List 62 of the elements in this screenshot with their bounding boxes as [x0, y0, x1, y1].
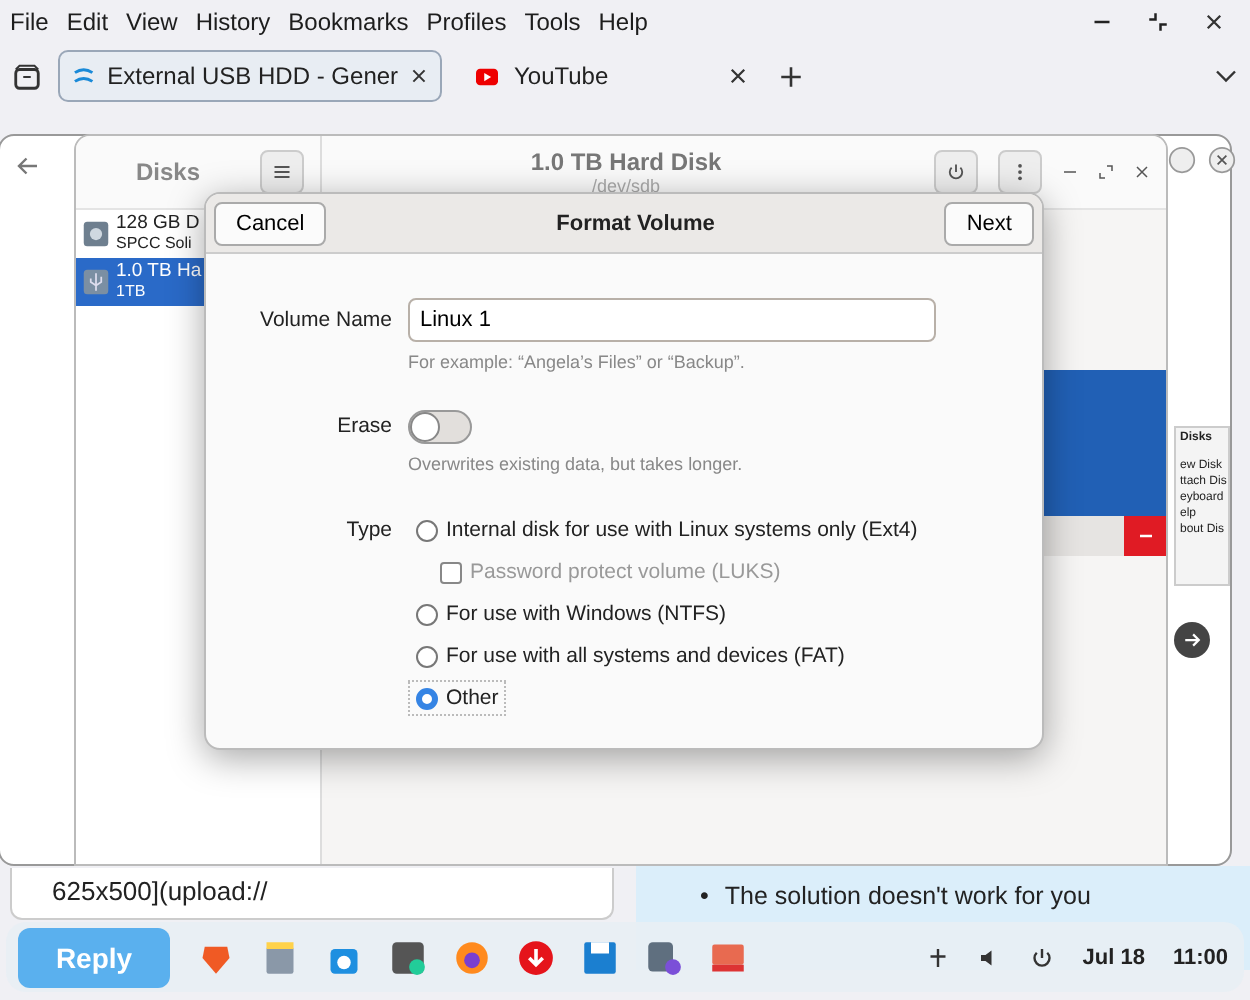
date-text: Jul 18: [1082, 945, 1145, 969]
hint-text: Overwrites existing data, but takes longer.: [408, 454, 745, 474]
back-arrow-icon[interactable]: [16, 154, 40, 178]
field-label: Type: [344, 516, 392, 546]
sidebar-title: Disks: [136, 158, 201, 186]
menu-item[interactable]: Tools: [524, 8, 581, 36]
time-text: 11:00: [1172, 945, 1228, 969]
maximize-icon[interactable]: [1098, 164, 1114, 180]
menu-item[interactable]: View: [126, 8, 178, 36]
menu-icon: [272, 162, 292, 182]
erase-switch[interactable]: [408, 410, 472, 444]
power-icon: [1030, 945, 1055, 969]
composer-text: 625x500](upload://: [52, 876, 268, 906]
tab-overview-icon[interactable]: [12, 61, 42, 91]
restore-icon[interactable]: [1148, 12, 1168, 32]
browser-tab[interactable]: YouTube: [458, 50, 762, 102]
radio-option[interactable]: For use with all systems and devices (FAT): [408, 638, 853, 674]
drive-detail: SPCC Soli: [116, 235, 194, 254]
menu-item[interactable]: Edit: [66, 8, 109, 36]
drive-name: 1.0 TB Ha: [116, 262, 202, 284]
browser-tab[interactable]: External USB HDD - Gener: [58, 50, 442, 102]
radio-option[interactable]: For use with Windows (NTFS): [408, 596, 735, 632]
bullet-marker: •: [700, 880, 709, 914]
drive-detail: 1TB: [116, 283, 148, 302]
menu-button[interactable]: [260, 150, 304, 194]
disk-gear-icon[interactable]: [646, 939, 682, 975]
tab-title: YouTube: [514, 62, 611, 90]
site-logo-icon: [72, 63, 96, 89]
close-icon[interactable]: [1208, 146, 1236, 174]
file-cabinet-icon[interactable]: [262, 939, 298, 975]
calculator-icon[interactable]: [390, 939, 426, 975]
dialog-title: Format Volume: [556, 211, 715, 235]
tab-title: External USB HDD - Gener: [107, 62, 399, 90]
radio-option[interactable]: Internal disk for use with Linux systems only (Ext4): [408, 512, 926, 548]
menu-item[interactable]: File: [10, 8, 49, 36]
new-tab-icon[interactable]: [778, 63, 804, 89]
power-button[interactable]: [934, 150, 978, 194]
drive-name: 128 GB D: [116, 214, 200, 236]
slideshow-icon[interactable]: [710, 939, 746, 975]
menu-item[interactable]: Help: [598, 8, 648, 36]
cancel-button[interactable]: Cancel: [214, 201, 327, 245]
menu-item[interactable]: Bookmarks: [288, 8, 409, 36]
menu-item[interactable]: History: [195, 8, 271, 36]
usb-drive-icon: [82, 266, 110, 298]
field-label: Erase: [335, 412, 392, 442]
composer-field[interactable]: 625x500](upload://: [10, 868, 614, 920]
download-icon[interactable]: [518, 939, 554, 975]
play-logo-icon: [472, 65, 502, 87]
field-label: Volume Name: [258, 306, 392, 336]
menu-item[interactable]: Profiles: [426, 8, 507, 36]
close-icon[interactable]: [410, 66, 428, 86]
close-icon[interactable]: [728, 66, 748, 86]
bullet-text: The solution doesn't work for you: [724, 880, 1091, 914]
close-icon[interactable]: [1204, 12, 1224, 32]
window-title: 1.0 TB Hard Disk: [530, 148, 722, 176]
hint-text: For example: “Angela’s Files” or “Backup”.: [408, 352, 747, 372]
volume-name-field[interactable]: Linux 1: [408, 298, 936, 342]
close-icon[interactable]: [1134, 164, 1150, 180]
radio-option[interactable]: Other: [408, 680, 507, 716]
power-icon: [946, 162, 966, 182]
window-subtitle: /dev/sdb: [591, 176, 661, 196]
next-button[interactable]: Next: [944, 201, 1034, 245]
